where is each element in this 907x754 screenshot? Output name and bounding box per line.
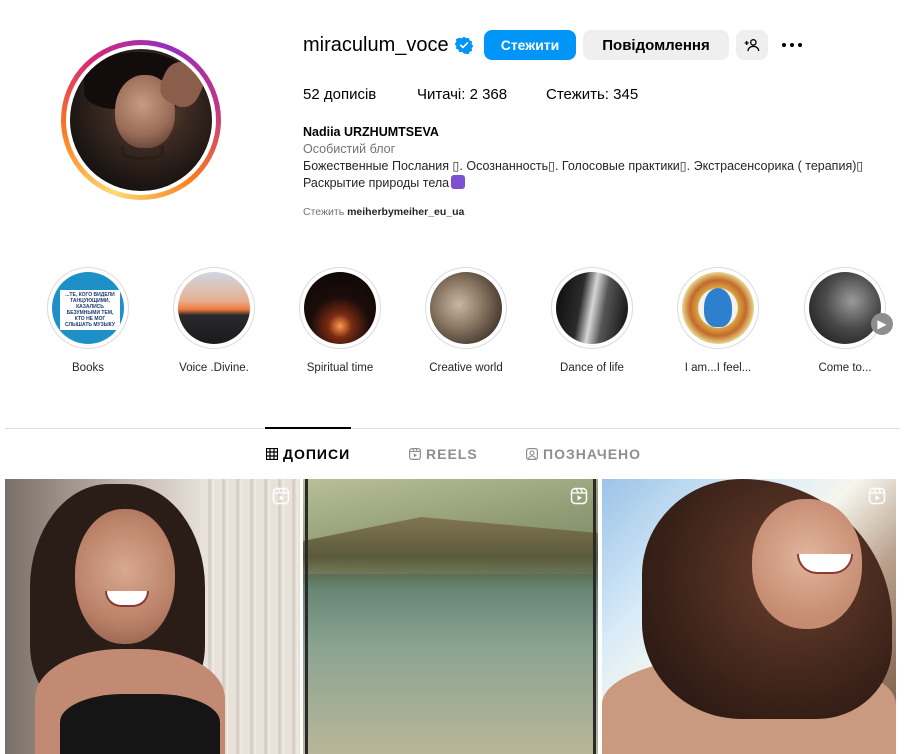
verified-badge-icon [454,36,473,54]
active-tab-indicator [265,427,351,429]
chevron-right-icon[interactable]: ▶ [871,313,893,335]
follow-button[interactable]: Стежити [484,30,576,60]
highlight-ring [299,267,381,349]
highlight-label: I am...I feel... [684,362,752,374]
highlight-cover [809,272,881,344]
profile-avatar[interactable] [61,40,221,200]
avatar-necklace [121,145,164,160]
tab-posts-label: ДОПИСИ [283,446,351,462]
tabs-divider [5,428,900,429]
highlight-creative-world[interactable]: Creative world [421,267,511,374]
post-tile[interactable] [5,479,300,754]
followed-by-user[interactable]: meiherbymeiher_eu_ua [347,206,464,218]
more-dot [790,43,794,47]
highlight-cover [178,272,250,344]
highlight-ring [173,267,255,349]
bio-name: Nadiia URZHUMTSEVA [303,125,439,139]
post-top [60,694,220,754]
reel-icon [272,487,290,505]
highlight-ring [425,267,507,349]
highlight-dance-of-life[interactable]: Dance of life [547,267,637,374]
highlight-cover: ...ТЕ, КОГО ВИДЕЛИ ТАНЦУЮЩИМИ, КАЗАЛИСЬ … [52,272,124,344]
followed-by: Стежить meiherbymeiher_eu_ua [303,206,464,218]
highlight-label: Voice .Divine. [179,362,249,374]
tagged-icon [526,448,538,460]
highlight-label: Spiritual time [306,362,374,374]
highlight-label: Books [72,362,104,374]
highlight-label: Come to... [818,362,872,374]
post-face [75,509,175,644]
highlight-voice-divine[interactable]: Voice .Divine. [169,267,259,374]
highlight-cover [682,272,754,344]
add-user-icon [744,39,760,52]
suggest-users-button[interactable] [736,30,768,60]
more-options-icon[interactable] [778,36,806,54]
tab-reels[interactable]: REELS [409,446,478,462]
bio-category: Особистий блог [303,142,396,156]
highlight-cover [430,272,502,344]
post-tile[interactable] [303,479,598,754]
following-count[interactable]: Стежить: 345 [546,86,638,103]
highlight-ring [804,267,886,349]
highlight-cover-text: ...ТЕ, КОГО ВИДЕЛИ ТАНЦУЮЩИМИ, КАЗАЛИСЬ … [60,290,120,330]
profile-bio: Nadiia URZHUMTSEVA Особистий блог Божест… [303,124,903,192]
tab-posts[interactable]: ДОПИСИ [266,446,350,462]
bio-line-1: Божественные Послания ▯. Осознанность▯. … [303,159,864,173]
avatar-inner [66,45,216,195]
followers-count[interactable]: Читачі: 2 368 [417,86,507,103]
username-row: miraculum_voce [303,30,473,60]
more-dot [782,43,786,47]
grid-icon [266,448,278,460]
emoji-icon [451,175,466,189]
reel-icon [570,487,588,505]
highlight-cover [304,272,376,344]
bio-line-2-row: Раскрытие природы тела [303,175,903,192]
highlight-cover [556,272,628,344]
tab-tagged[interactable]: ПОЗНАЧЕНО [526,446,641,462]
highlight-ring [677,267,759,349]
highlight-label: Creative world [429,362,503,374]
message-button[interactable]: Повідомлення [583,30,729,60]
posts-count: 52 дописів [303,86,377,103]
reels-icon [409,448,421,460]
reel-icon [868,487,886,505]
tab-reels-label: REELS [426,446,478,462]
highlight-spiritual-time[interactable]: Spiritual time [295,267,385,374]
post-tile[interactable] [602,479,896,754]
tab-tagged-label: ПОЗНАЧЕНО [543,446,642,462]
avatar-photo [70,49,212,191]
highlight-ring [551,267,633,349]
followed-by-prefix: Стежить [303,206,345,218]
profile-username: miraculum_voce [303,33,449,56]
highlight-i-am[interactable]: I am...I feel... [673,267,763,374]
highlight-books[interactable]: ...ТЕ, КОГО ВИДЕЛИ ТАНЦУЮЩИМИ, КАЗАЛИСЬ … [43,267,133,374]
highlight-label: Dance of life [560,362,624,374]
post-frame [305,479,596,754]
highlight-figure [703,287,733,328]
highlight-ring: ...ТЕ, КОГО ВИДЕЛИ ТАНЦУЮЩИМИ, КАЗАЛИСЬ … [47,267,129,349]
bio-line-2: Раскрытие природы тела [303,176,450,190]
more-dot [798,43,802,47]
